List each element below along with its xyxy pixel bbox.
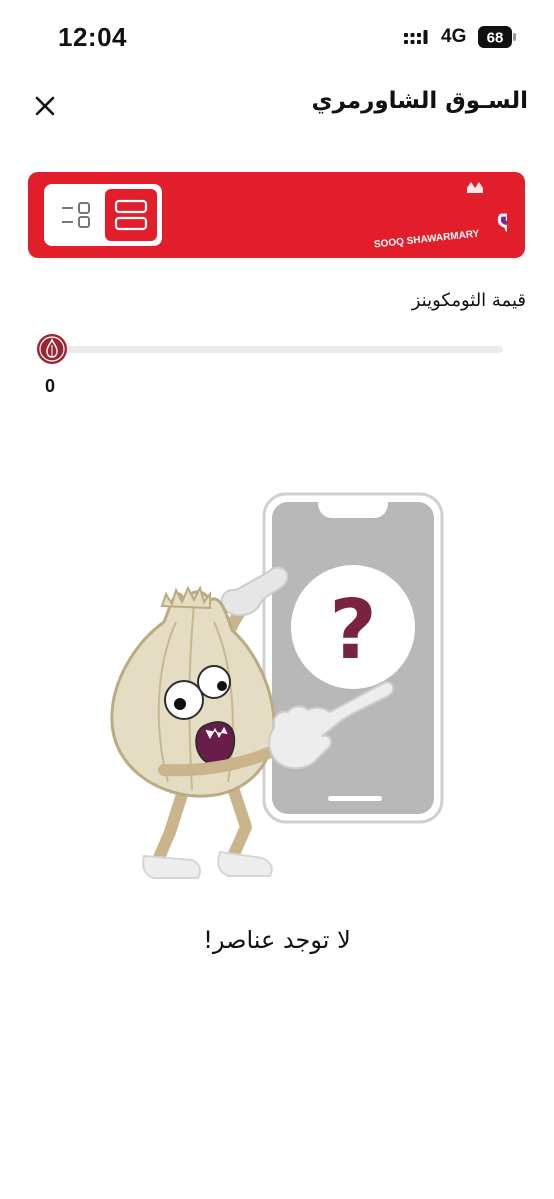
grid-view-icon	[114, 199, 148, 231]
battery-icon: 68	[478, 26, 516, 48]
list-view-icon	[62, 202, 90, 228]
empty-state-message: لا توجد عناصر!	[203, 926, 351, 954]
status-time: 12:04	[58, 22, 127, 52]
brand-banner: السوق الشاورمري السوق الشاورمري SOOQ SHA…	[28, 172, 525, 258]
battery-level: 68	[487, 30, 504, 47]
network-type: 4G	[441, 26, 467, 47]
grid-view-button[interactable]	[105, 189, 157, 241]
view-toggle	[44, 184, 162, 246]
slider-value: 0	[45, 376, 56, 396]
list-view-button[interactable]	[50, 189, 102, 241]
brand-logo: السوق الشاورمري السوق الشاورمري SOOQ SHA…	[374, 182, 507, 250]
garlic-mascot-illustration: ?	[110, 492, 444, 879]
status-bar: 12:04 4G 68	[0, 0, 554, 76]
logo-text-ar: السوق الشاورمري	[499, 196, 507, 229]
signal-icon	[404, 30, 428, 44]
garlic-coin-icon[interactable]	[36, 333, 68, 365]
value-slider-track[interactable]	[36, 346, 503, 353]
question-mark: ?	[329, 583, 377, 678]
filter-label: قيمة الثومكوينز	[411, 290, 526, 311]
logo-text-en: SOOQ SHAWARMARY	[374, 228, 481, 250]
header: السـوق الشاورمري	[0, 80, 554, 130]
page-title: السـوق الشاورمري	[311, 88, 528, 114]
close-icon[interactable]	[28, 86, 64, 122]
